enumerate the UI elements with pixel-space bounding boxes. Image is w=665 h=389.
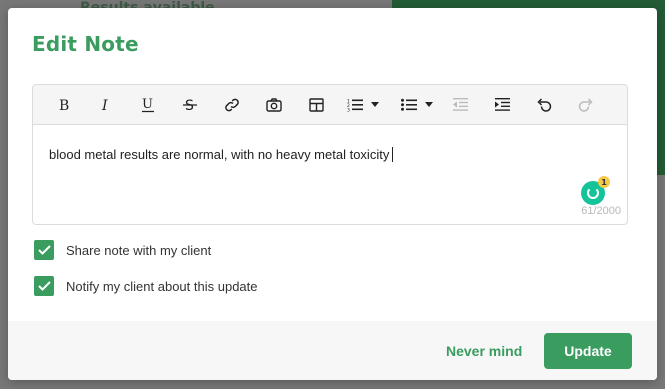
underline-icon: U <box>142 97 154 112</box>
svg-text:I: I <box>101 98 108 112</box>
undo-icon <box>537 97 552 112</box>
share-note-checkbox[interactable] <box>34 240 54 260</box>
edit-note-modal: Edit Note B I U S <box>8 8 657 380</box>
outdent-button[interactable] <box>439 85 481 125</box>
notify-client-option[interactable]: Notify my client about this update <box>34 276 258 296</box>
svg-text:B: B <box>59 98 69 112</box>
chevron-down-icon <box>371 102 379 107</box>
redo-button[interactable] <box>565 85 607 125</box>
bulleted-list-button[interactable] <box>391 85 433 125</box>
camera-icon <box>266 97 282 112</box>
bold-button[interactable]: B <box>43 85 85 125</box>
redo-icon <box>578 97 593 112</box>
share-note-option[interactable]: Share note with my client <box>34 240 211 260</box>
grammar-ring-icon <box>587 187 599 199</box>
svg-text:U: U <box>142 97 153 112</box>
character-count: 61/2000 <box>581 205 621 217</box>
numbered-list-button[interactable]: 1 2 3 <box>337 85 379 125</box>
bold-icon: B <box>59 98 69 112</box>
share-note-label: Share note with my client <box>66 242 212 258</box>
numbered-list-icon: 1 2 3 <box>347 98 363 112</box>
modal-footer: Never mind Update <box>8 321 657 380</box>
note-editor: B I U S <box>32 84 628 225</box>
table-icon <box>308 97 324 112</box>
italic-button[interactable]: I <box>85 85 127 125</box>
note-content: blood metal results are normal, with no … <box>49 147 390 162</box>
underline-button[interactable]: U <box>127 85 169 125</box>
editor-toolbar: B I U S <box>33 85 627 125</box>
never-mind-button[interactable]: Never mind <box>446 343 522 359</box>
indent-icon <box>494 98 510 111</box>
italic-icon: I <box>101 98 108 112</box>
link-button[interactable] <box>211 85 253 125</box>
grammar-alert-badge: 1 <box>598 176 610 188</box>
note-text-area[interactable]: blood metal results are normal, with no … <box>49 147 394 162</box>
table-button[interactable] <box>295 85 337 125</box>
bulleted-list-icon <box>401 98 417 111</box>
undo-button[interactable] <box>523 85 565 125</box>
update-button[interactable]: Update <box>544 333 632 369</box>
image-button[interactable] <box>253 85 295 125</box>
outdent-icon <box>452 98 468 111</box>
check-icon <box>37 281 51 291</box>
strikethrough-button[interactable]: S <box>169 85 211 125</box>
modal-title: Edit Note <box>32 32 139 56</box>
text-cursor <box>392 147 394 162</box>
strikethrough-icon: S <box>183 98 197 113</box>
svg-text:3: 3 <box>347 107 350 112</box>
notify-client-label: Notify my client about this update <box>66 278 258 294</box>
check-icon <box>37 245 51 255</box>
notify-client-checkbox[interactable] <box>34 276 54 296</box>
indent-button[interactable] <box>481 85 523 125</box>
chevron-down-icon <box>425 102 433 107</box>
link-icon <box>225 98 239 111</box>
